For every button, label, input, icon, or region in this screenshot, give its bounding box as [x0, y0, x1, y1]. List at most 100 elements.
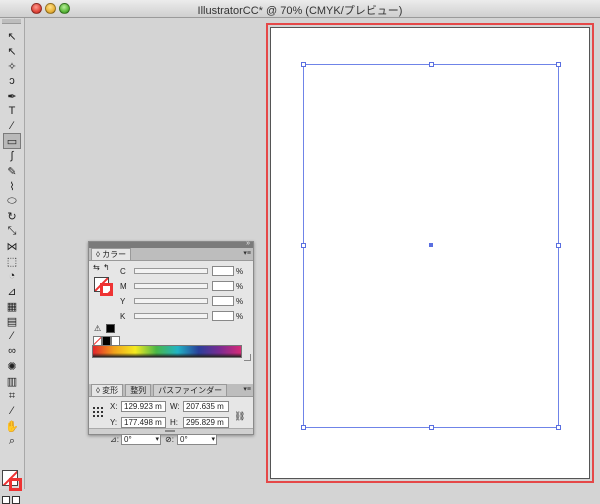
eraser-tool-icon[interactable]: ⬭: [3, 193, 21, 209]
selection-handle-tl[interactable]: [301, 62, 306, 67]
width-tool-icon[interactable]: ⋈: [3, 238, 21, 254]
selection-handle-ml[interactable]: [301, 243, 306, 248]
window-title: IllustratorCC* @ 70% (CMYK/プレビュー): [197, 5, 403, 17]
none-mode-button[interactable]: [12, 496, 20, 504]
width-field[interactable]: 207.635 m: [183, 401, 229, 412]
color-mode-buttons: [2, 496, 20, 504]
panel-menu-icon[interactable]: ▾≡: [243, 385, 251, 393]
channel-value-field[interactable]: [212, 281, 234, 291]
tab-transform[interactable]: ◊ 変形: [91, 384, 124, 396]
selection-handle-br[interactable]: [556, 425, 561, 430]
panel-bottom-grip[interactable]: [89, 428, 253, 434]
gradient-tool-icon[interactable]: ▤: [3, 313, 21, 329]
percent-label: %: [236, 311, 244, 321]
height-field[interactable]: 295.829 m: [183, 417, 229, 428]
mesh-tool-icon[interactable]: ▦: [3, 298, 21, 314]
eyedropper-tool-icon[interactable]: ⁄: [3, 328, 21, 344]
default-colors-icon[interactable]: ↰: [103, 263, 110, 272]
rotate-tool-icon[interactable]: ↻: [3, 208, 21, 224]
zoom-tool-icon[interactable]: ⌕: [3, 433, 21, 449]
y-field[interactable]: 177.498 m: [121, 417, 166, 428]
shear-angle-dropdown[interactable]: 0° ▾: [177, 434, 217, 445]
stroke-swatch[interactable]: [9, 478, 22, 491]
channel-value-field[interactable]: [212, 266, 234, 276]
lasso-tool-icon[interactable]: ↄ: [3, 73, 21, 89]
window-titlebar: IllustratorCC* @ 70% (CMYK/プレビュー): [0, 0, 600, 18]
selection-handle-bl[interactable]: [301, 425, 306, 430]
constrain-proportions-icon[interactable]: ⛓: [234, 411, 245, 422]
selection-handle-tr[interactable]: [556, 62, 561, 67]
color-panel-tabbar: ◊ カラー ▾≡: [89, 248, 253, 261]
selection-center-point: [429, 243, 433, 247]
column-graph-tool-icon[interactable]: ▥: [3, 373, 21, 389]
magic-wand-tool-icon[interactable]: ✧: [3, 58, 21, 74]
percent-label: %: [236, 281, 244, 291]
panel-menu-icon[interactable]: ▾≡: [243, 249, 251, 257]
free-transform-tool-icon[interactable]: ⬚: [3, 253, 21, 269]
slice-tool-icon[interactable]: ⁄: [3, 403, 21, 419]
channel-value-field[interactable]: [212, 296, 234, 306]
selection-handle-bc[interactable]: [429, 425, 434, 430]
direct-selection-tool-icon[interactable]: ↖: [3, 43, 21, 59]
h-label: H:: [170, 418, 178, 427]
channel-value-field[interactable]: [212, 311, 234, 321]
panel-resize-grip[interactable]: [244, 354, 251, 361]
black-swatch-icon[interactable]: [106, 324, 115, 333]
rotate-angle-value: 0°: [124, 435, 132, 444]
pen-tool-icon[interactable]: ✒: [3, 88, 21, 104]
line-tool-icon[interactable]: ∕: [3, 118, 21, 134]
blob-brush-tool-icon[interactable]: ⌇: [3, 178, 21, 194]
collapse-panel-icon[interactable]: »: [246, 240, 250, 247]
channel-slider[interactable]: [134, 313, 208, 319]
transform-panel-tabbar: ◊ 変形 整列 パスファインダー ▾≡: [89, 384, 253, 397]
color-spectrum-bar[interactable]: [92, 345, 242, 358]
rectangle-tool-icon[interactable]: ▭: [3, 133, 21, 149]
rotate-angle-dropdown[interactable]: 0° ▾: [121, 434, 161, 445]
swap-colors-icon[interactable]: ⇆: [93, 263, 100, 272]
cmyk-row: K%: [120, 310, 243, 322]
fill-stroke-swatches[interactable]: [2, 470, 24, 494]
color-mode-button[interactable]: [2, 496, 10, 504]
channel-slider[interactable]: [134, 283, 208, 289]
channel-label: C: [120, 266, 126, 276]
shear-angle-value: 0°: [180, 435, 188, 444]
scale-tool-icon[interactable]: ⤡: [3, 223, 21, 239]
tools-panel: ↖ ↖ ✧ ↄ ✒ T ∕ ▭ ∫ ✎ ⌇ ⬭ ↻ ⤡ ⋈ ⬚ ◔ ⊿ ▦ ▤ ⁄ ∞ ✺ ▥ ⌗ ⁄ ✋ ⌕: [0, 18, 25, 504]
w-label: W:: [170, 402, 180, 411]
rotate-label: ⊿:: [110, 435, 119, 444]
tab-align[interactable]: 整列: [125, 384, 152, 396]
x-label: X:: [110, 402, 118, 411]
type-tool-icon[interactable]: T: [3, 103, 21, 119]
percent-label: %: [236, 296, 244, 306]
floating-panel-group: » ◊ カラー ▾≡ ⇆ ↰ C% M% Y% K% ⚠ ◊ 変形 整列 パスファイン…: [88, 240, 254, 445]
percent-label: %: [236, 266, 244, 276]
tools-panel-grip[interactable]: [2, 19, 21, 24]
cmyk-row: Y%: [120, 295, 243, 307]
shear-label: ⊘:: [165, 435, 174, 444]
artboard-tool-icon[interactable]: ⌗: [3, 388, 21, 404]
hand-tool-icon[interactable]: ✋: [3, 418, 21, 434]
selection-handle-tc[interactable]: [429, 62, 434, 67]
panel-stroke-swatch[interactable]: [100, 283, 113, 296]
selection-handle-mr[interactable]: [556, 243, 561, 248]
blend-tool-icon[interactable]: ∞: [3, 343, 21, 359]
tab-pathfinder[interactable]: パスファインダー: [153, 384, 228, 396]
selection-tool-icon[interactable]: ↖: [3, 28, 21, 44]
chevron-down-icon: ▾: [211, 436, 215, 443]
pencil-tool-icon[interactable]: ✎: [3, 163, 21, 179]
shape-builder-tool-icon[interactable]: ◔: [3, 268, 21, 284]
reference-point-grid[interactable]: [92, 406, 104, 418]
channel-label: Y: [120, 296, 126, 306]
perspective-grid-tool-icon[interactable]: ⊿: [3, 283, 21, 299]
cmyk-row: C%: [120, 265, 243, 277]
paintbrush-tool-icon[interactable]: ∫: [3, 148, 21, 164]
tab-color[interactable]: ◊ カラー: [91, 248, 132, 260]
channel-slider[interactable]: [134, 268, 208, 274]
y-label: Y:: [110, 418, 118, 427]
symbol-sprayer-tool-icon[interactable]: ✺: [3, 358, 21, 374]
out-of-gamut-icon[interactable]: ⚠: [94, 324, 101, 333]
transform-panel: X: 129.923 m W: 207.635 m Y: 177.498 m H…: [89, 397, 253, 457]
chevron-down-icon: ▾: [155, 436, 159, 443]
x-field[interactable]: 129.923 m: [121, 401, 166, 412]
channel-slider[interactable]: [134, 298, 208, 304]
